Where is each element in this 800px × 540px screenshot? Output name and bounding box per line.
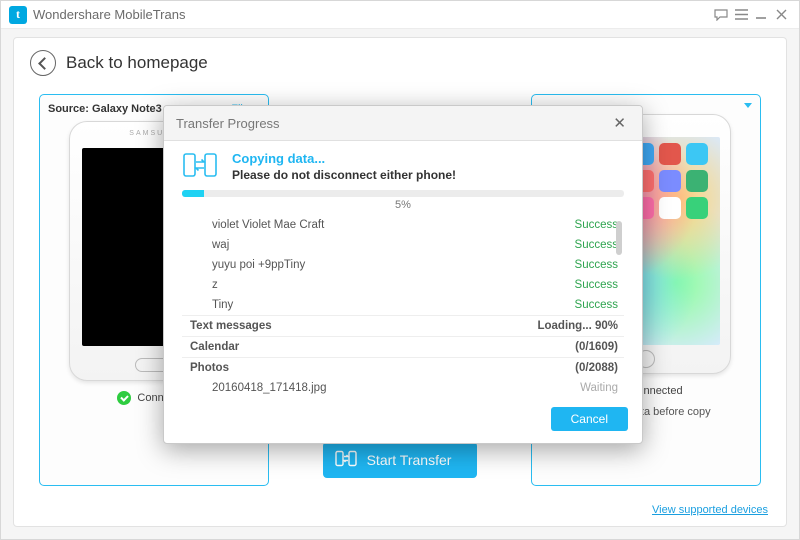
cancel-button[interactable]: Cancel bbox=[551, 407, 628, 431]
app-logo-icon: t bbox=[9, 6, 27, 24]
supported-devices-link[interactable]: View supported devices bbox=[652, 504, 768, 516]
row-name: violet Violet Mae Craft bbox=[212, 219, 324, 231]
close-button[interactable] bbox=[771, 9, 791, 20]
row-status: Success bbox=[575, 219, 618, 231]
row-name: z bbox=[212, 279, 218, 291]
transfer-progress-dialog: Transfer Progress ✕ Copying data... Plea… bbox=[163, 105, 643, 444]
dialog-header: Transfer Progress ✕ bbox=[164, 106, 642, 141]
row-name: Text messages bbox=[190, 320, 272, 332]
dialog-heading: Copying data... bbox=[232, 151, 456, 166]
start-transfer-button[interactable]: Start Transfer bbox=[323, 442, 478, 478]
row-status: Success bbox=[575, 259, 618, 271]
check-icon bbox=[117, 391, 131, 405]
row-name: Calendar bbox=[190, 341, 239, 353]
item-row: yuyu poi +9ppTiny Success bbox=[182, 255, 624, 275]
dialog-close-button[interactable]: ✕ bbox=[609, 114, 630, 132]
minimize-button[interactable] bbox=[751, 9, 771, 21]
dialog-subheading: Please do not disconnect either phone! bbox=[232, 168, 456, 182]
progress-percent-label: 5% bbox=[182, 199, 624, 211]
row-status: Success bbox=[575, 299, 618, 311]
row-status: (0/2088) bbox=[575, 362, 618, 374]
scrollbar-thumb[interactable] bbox=[616, 221, 622, 255]
app-title: Wondershare MobileTrans bbox=[33, 7, 711, 22]
row-status: Success bbox=[575, 279, 618, 291]
row-name: Photos bbox=[190, 362, 229, 374]
transfer-icon bbox=[182, 151, 218, 182]
dialog-footer: Cancel bbox=[164, 399, 642, 443]
item-row: Tiny Success bbox=[182, 295, 624, 315]
start-transfer-label: Start Transfer bbox=[367, 452, 452, 468]
category-row: Photos (0/2088) bbox=[182, 357, 624, 378]
item-row: 20160418_171418.jpg Waiting bbox=[182, 378, 624, 395]
row-status: Loading... 90% bbox=[537, 320, 618, 332]
item-row: waj Success bbox=[182, 235, 624, 255]
menu-icon[interactable] bbox=[731, 9, 751, 20]
row-name: yuyu poi +9ppTiny bbox=[212, 259, 305, 271]
row-name: waj bbox=[212, 239, 229, 251]
category-row: Text messages Loading... 90% bbox=[182, 315, 624, 336]
transfer-icon bbox=[335, 450, 357, 471]
row-name: 20160418_171418.jpg bbox=[212, 382, 326, 394]
back-to-homepage[interactable]: Back to homepage bbox=[14, 38, 786, 84]
chevron-down-icon[interactable] bbox=[744, 103, 752, 108]
row-status: Waiting bbox=[580, 382, 618, 394]
back-arrow-icon bbox=[30, 50, 56, 76]
row-name: Tiny bbox=[212, 299, 233, 311]
transfer-items-list: violet Violet Mae Craft Success waj Success… bbox=[182, 215, 624, 395]
source-label: Source: Galaxy Note3 bbox=[48, 103, 162, 115]
titlebar: t Wondershare MobileTrans bbox=[1, 1, 799, 29]
item-row: z Success bbox=[182, 275, 624, 295]
back-label: Back to homepage bbox=[66, 53, 208, 73]
progress-bar: 5% bbox=[182, 190, 624, 211]
category-row: Calendar (0/1609) bbox=[182, 336, 624, 357]
dialog-title: Transfer Progress bbox=[176, 116, 280, 131]
feedback-icon[interactable] bbox=[711, 9, 731, 21]
row-status: (0/1609) bbox=[575, 341, 618, 353]
item-row: violet Violet Mae Craft Success bbox=[182, 215, 624, 235]
dialog-body: Copying data... Please do not disconnect… bbox=[164, 141, 642, 399]
row-status: Success bbox=[575, 239, 618, 251]
